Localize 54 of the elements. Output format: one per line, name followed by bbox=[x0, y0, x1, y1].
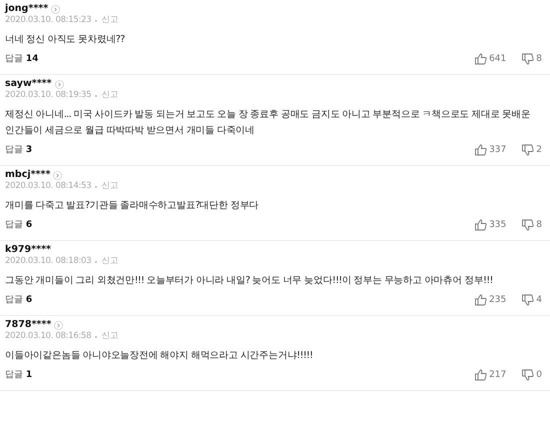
dislike-button[interactable]: 8 bbox=[522, 219, 542, 231]
chevron-circle-icon[interactable] bbox=[54, 320, 64, 330]
chevron-circle-icon[interactable] bbox=[54, 80, 64, 88]
like-button[interactable]: 235 bbox=[475, 294, 506, 306]
thumbs-up-icon bbox=[475, 53, 488, 65]
comment-text: 이들아이같은놈들 아니야오늘장전에 해야지 해먹으라고 시간주는거냐!!!!! bbox=[5, 349, 314, 363]
separator-dot bbox=[95, 94, 98, 96]
reply-button[interactable]: 답글 6 bbox=[5, 219, 32, 231]
comment-date: 2020.03.10. 08:15:23 bbox=[5, 15, 92, 26]
reply-button[interactable]: 답글 6 bbox=[5, 294, 32, 306]
reply-button[interactable]: 답글 14 bbox=[5, 53, 38, 65]
thumbs-up-icon bbox=[475, 219, 488, 231]
comment-date: 2020.03.10. 08:14:53 bbox=[5, 181, 92, 192]
thumbs-up-icon bbox=[475, 144, 488, 156]
reply-button[interactable]: 답글 3 bbox=[5, 144, 32, 156]
report-link[interactable]: 신고 bbox=[101, 331, 119, 342]
comment-date: 2020.03.10. 08:18:03 bbox=[5, 256, 92, 267]
report-link[interactable]: 신고 bbox=[101, 256, 119, 267]
comment-text: 개미를 다죽고 발표?기관들 졸라매수하고발표?대단한 정부다 bbox=[5, 199, 260, 213]
dislike-button[interactable]: 0 bbox=[522, 369, 542, 381]
reply-button[interactable]: 답글 1 bbox=[5, 369, 32, 381]
chevron-circle-icon[interactable] bbox=[53, 170, 62, 180]
report-link[interactable]: 신고 bbox=[101, 15, 119, 26]
dislike-button[interactable]: 2 bbox=[522, 144, 542, 156]
username[interactable]: k979**** bbox=[5, 244, 52, 256]
report-link[interactable]: 신고 bbox=[101, 90, 119, 101]
separator-dot bbox=[95, 186, 98, 188]
thumbs-down-icon bbox=[522, 219, 534, 231]
comment-text: 너네 정신 아직도 못차렸네?? bbox=[5, 33, 126, 47]
report-link[interactable]: 신고 bbox=[101, 181, 119, 192]
thumbs-down-icon bbox=[522, 294, 534, 306]
like-button[interactable]: 641 bbox=[475, 53, 506, 65]
like-button[interactable]: 217 bbox=[475, 369, 506, 381]
like-button[interactable]: 335 bbox=[475, 219, 506, 231]
dislike-button[interactable]: 4 bbox=[522, 294, 542, 306]
separator-dot bbox=[95, 260, 98, 262]
thumbs-down-icon bbox=[522, 144, 534, 156]
like-button[interactable]: 337 bbox=[475, 144, 506, 156]
thumbs-down-icon bbox=[522, 53, 534, 65]
separator-dot bbox=[95, 336, 98, 338]
username[interactable]: jong**** bbox=[5, 3, 48, 15]
comment-date: 2020.03.10. 08:19:35 bbox=[5, 90, 92, 101]
thumbs-down-icon bbox=[522, 369, 534, 381]
username[interactable]: sayw**** bbox=[5, 78, 52, 90]
chevron-circle-icon[interactable] bbox=[51, 4, 60, 14]
comment-date: 2020.03.10. 08:16:58 bbox=[5, 331, 92, 342]
separator-dot bbox=[95, 20, 98, 22]
comment-text: 제정신 아니네... 미국 사이드카 발동 되는거 보고도 오늘 장 종료후 공매도 금지도 아니고 부분적으로 ㅋ책으로도 제대로 못배운 인간들이 세금으로 월급 따박따박 받으면서 개미들 다죽이네 bbox=[5, 108, 532, 138]
comment-text: 그동안 개미들이 그리 외쳤건만!!! 오늘부터가 아니라 내일? 늦어도 너무 늦었다!!!이 정부는 무능하고 아마츄어 정부!!! bbox=[5, 274, 494, 288]
thumbs-up-icon bbox=[475, 369, 488, 381]
username[interactable]: 7878**** bbox=[5, 319, 52, 331]
username[interactable]: mbcj**** bbox=[5, 169, 50, 181]
dislike-button[interactable]: 8 bbox=[522, 53, 542, 65]
thumbs-up-icon bbox=[475, 294, 488, 306]
